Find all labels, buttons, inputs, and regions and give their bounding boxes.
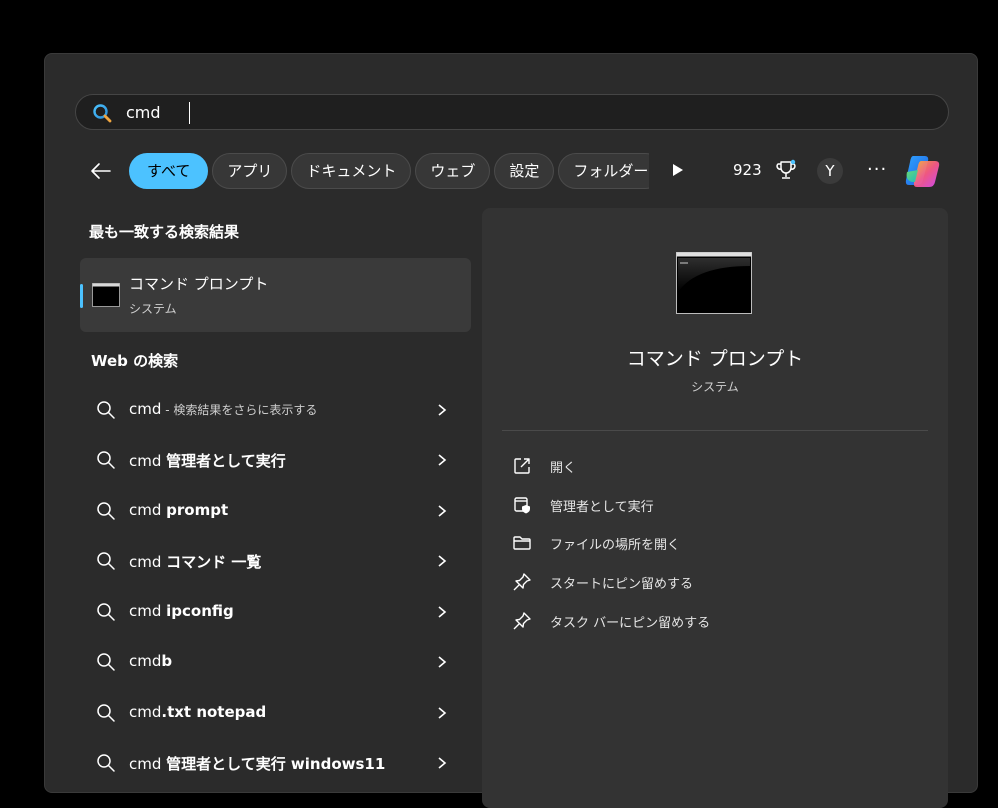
- web-result-row[interactable]: cmdb: [80, 640, 471, 684]
- back-arrow-icon[interactable]: [89, 159, 113, 183]
- action-pin-to-start[interactable]: スタートにピン留めする: [512, 568, 912, 596]
- command-prompt-icon: [92, 283, 120, 307]
- search-panel: すべてアプリドキュメントウェブ設定フォルダー写 923 Y ··· 最も一致する…: [44, 53, 978, 808]
- search-box[interactable]: [75, 94, 949, 130]
- best-match-subtitle: システム: [129, 302, 177, 316]
- web-result-suggestion: b: [161, 652, 173, 670]
- action-label: ファイルの場所を開く: [550, 538, 681, 553]
- web-result-query: cmd: [129, 602, 167, 620]
- tab-settings[interactable]: 設定: [494, 153, 555, 189]
- action-label: 開く: [550, 461, 577, 476]
- web-result-query: cmd: [129, 703, 162, 721]
- action-run-as-admin[interactable]: 管理者として実行: [512, 491, 912, 519]
- action-label: スタートにピン留めする: [550, 577, 694, 592]
- tab-web[interactable]: ウェブ: [415, 153, 491, 189]
- web-result-suggestion: ipconfig: [166, 602, 234, 620]
- action-label: 管理者として実行: [550, 500, 654, 515]
- open-external-icon: [514, 458, 530, 474]
- search-icon: [97, 754, 115, 772]
- run-as-admin-icon: [514, 497, 530, 514]
- filter-tabs: すべてアプリドキュメントウェブ設定フォルダー写: [129, 153, 649, 189]
- more-options-icon[interactable]: ···: [867, 159, 887, 180]
- selection-indicator: [80, 284, 83, 308]
- user-avatar[interactable]: Y: [817, 158, 843, 184]
- tab-all[interactable]: すべて: [129, 153, 209, 189]
- web-result-suggestion: 管理者として実行: [166, 452, 286, 470]
- chevron-right-icon[interactable]: [436, 755, 448, 771]
- preview-subtitle: システム: [691, 380, 739, 394]
- best-match-title: コマンド プロンプト: [129, 275, 269, 293]
- tab-folders[interactable]: フォルダー: [558, 153, 649, 189]
- search-icon: [93, 104, 112, 123]
- search-icon: [97, 451, 115, 469]
- chevron-right-icon[interactable]: [436, 705, 448, 721]
- web-result-suggestion: .txt notepad: [161, 703, 267, 721]
- web-result-row[interactable]: cmd ipconfig: [80, 590, 471, 634]
- best-match-heading: 最も一致する検索結果: [89, 223, 240, 241]
- web-result-suggestion: 管理者として実行 windows11: [166, 755, 386, 773]
- action-open-file-location[interactable]: ファイルの場所を開く: [512, 529, 912, 557]
- chevron-right-icon[interactable]: [436, 553, 448, 569]
- search-icon: [97, 401, 115, 419]
- web-result-suggestion: prompt: [166, 501, 229, 519]
- search-icon: [97, 502, 115, 520]
- command-prompt-large-icon: [676, 252, 752, 314]
- web-result-query: cmd: [129, 755, 167, 773]
- web-result-row[interactable]: cmd prompt: [80, 489, 471, 533]
- preview-title: コマンド プロンプト: [626, 348, 804, 370]
- web-result-row[interactable]: cmd - 検索結果をさらに表示する: [80, 388, 471, 432]
- chevron-right-icon[interactable]: [436, 654, 448, 670]
- rewards-points: 923: [733, 161, 762, 179]
- web-result-query: cmd: [129, 553, 167, 571]
- best-match-item[interactable]: コマンド プロンプト システム: [80, 258, 471, 332]
- text-caret: [189, 102, 190, 124]
- search-input[interactable]: [126, 99, 906, 125]
- web-result-query: cmd: [129, 652, 162, 670]
- chevron-right-icon[interactable]: [436, 402, 448, 418]
- pin-icon: [513, 573, 531, 591]
- search-icon: [97, 552, 115, 570]
- web-result-row[interactable]: cmd 管理者として実行: [80, 438, 471, 482]
- tab-apps[interactable]: アプリ: [212, 153, 288, 189]
- pin-icon: [513, 612, 531, 630]
- preview-pane: コマンド プロンプト システム 開く 管理者として実行 ファイルの場所を開く ス…: [482, 208, 948, 808]
- action-pin-to-taskbar[interactable]: タスク バーにピン留めする: [512, 607, 912, 635]
- chevron-right-icon[interactable]: [436, 604, 448, 620]
- divider: [502, 430, 928, 431]
- trophy-icon[interactable]: [775, 159, 797, 181]
- search-icon: [97, 704, 115, 722]
- play-icon[interactable]: [671, 162, 685, 178]
- chevron-right-icon[interactable]: [436, 503, 448, 519]
- web-search-heading: Web の検索: [91, 352, 179, 370]
- web-result-row[interactable]: cmd 管理者として実行 windows11: [80, 741, 471, 785]
- web-result-suggestion: コマンド 一覧: [166, 553, 262, 571]
- search-icon: [97, 653, 115, 671]
- web-result-row[interactable]: cmd コマンド 一覧: [80, 539, 471, 583]
- web-result-query: cmd: [129, 400, 162, 418]
- web-result-row[interactable]: cmd.txt notepad: [80, 691, 471, 735]
- action-open[interactable]: 開く: [512, 452, 912, 480]
- web-result-query: cmd: [129, 501, 167, 519]
- tab-documents[interactable]: ドキュメント: [291, 153, 412, 189]
- action-label: タスク バーにピン留めする: [550, 616, 711, 631]
- folder-icon: [513, 536, 531, 550]
- search-icon: [97, 603, 115, 621]
- copilot-icon[interactable]: [903, 152, 943, 190]
- web-result-query: cmd: [129, 452, 167, 470]
- web-result-sub: - 検索結果をさらに表示する: [161, 403, 318, 417]
- chevron-right-icon[interactable]: [436, 452, 448, 468]
